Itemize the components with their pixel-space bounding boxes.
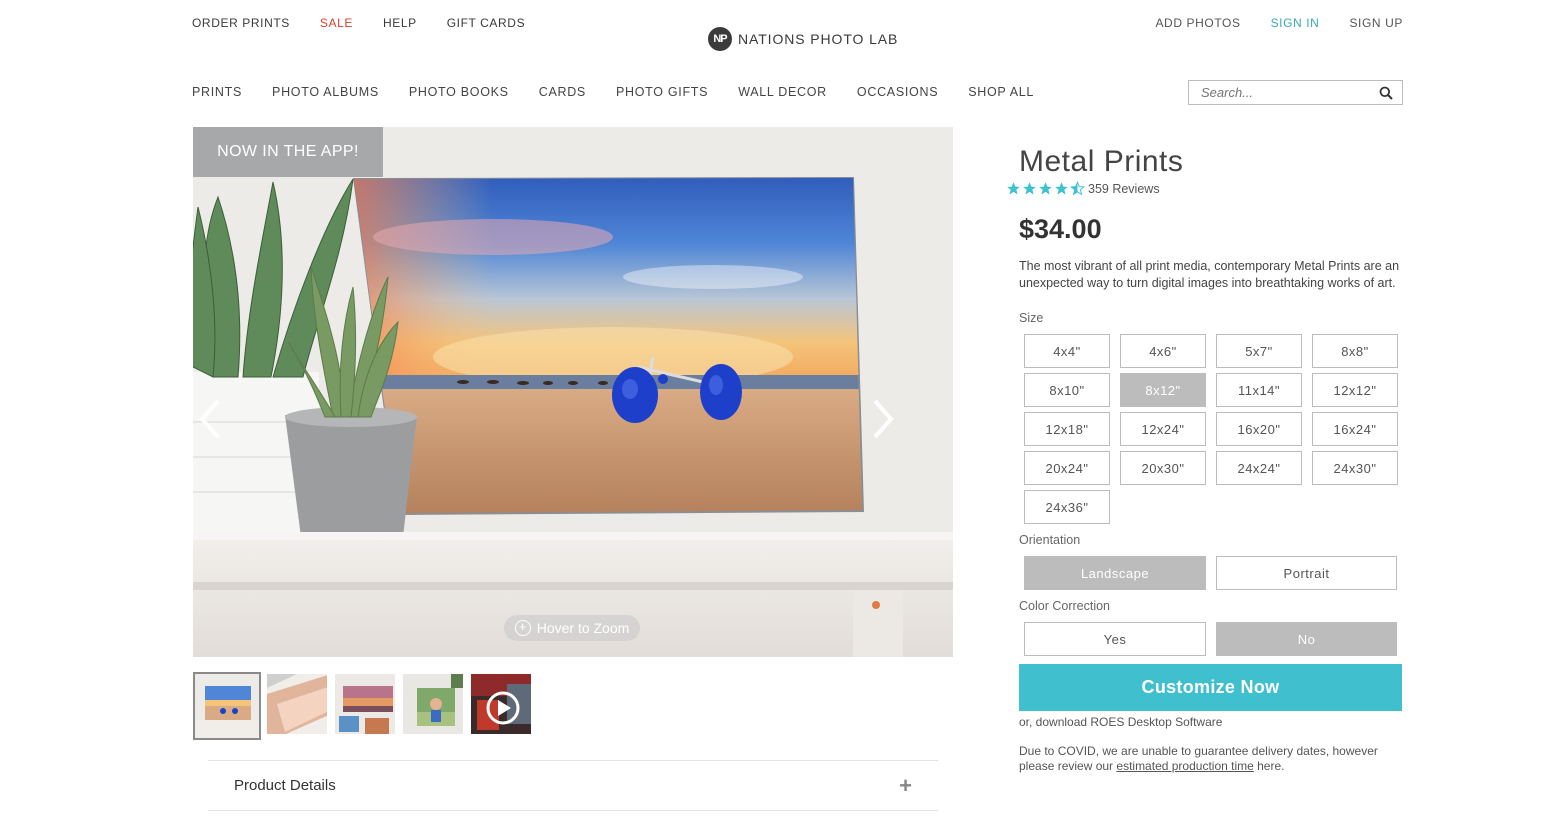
star-full-icon [1055,182,1068,195]
color-correction-yes-button[interactable]: Yes [1024,622,1206,656]
size-option-button[interactable]: 8x8" [1312,334,1398,368]
thumbnail-2[interactable] [265,672,329,736]
orientation-label: Orientation [1019,533,1081,547]
nav-prints[interactable]: PRINTS [192,85,242,99]
gift-cards-link[interactable]: GIFT CARDS [447,16,525,30]
thumbnail-image [335,674,395,734]
size-option-button[interactable]: 4x6" [1120,334,1206,368]
size-options: 4x4" 4x6" 5x7" 8x8" 8x10" 8x12" 11x14" 12x12" 12… [1024,334,1398,524]
thumbnail-image [195,674,259,738]
product-description: The most vibrant of all print media, con… [1019,259,1400,290]
nav-wall-decor[interactable]: WALL DECOR [738,85,827,99]
next-image-arrow-icon[interactable] [867,397,897,441]
size-option-button[interactable]: 12x12" [1312,373,1398,407]
sign-up-link[interactable]: SIGN UP [1349,16,1403,30]
thumbnail-image [267,674,327,734]
nav-occasions[interactable]: OCCASIONS [857,85,938,99]
estimated-production-time-link[interactable]: estimated production time [1116,759,1253,773]
thumbnail-strip [193,672,533,740]
nav-photo-books[interactable]: PHOTO BOOKS [409,85,509,99]
search-input[interactable] [1189,85,1369,100]
orientation-options: Landscape Portrait [1024,556,1397,590]
size-option-button[interactable]: 20x30" [1120,451,1206,485]
prev-image-arrow-icon[interactable] [196,397,226,441]
help-link[interactable]: HELP [383,16,417,30]
color-correction-no-button[interactable]: No [1216,622,1397,656]
size-option-button[interactable]: 16x24" [1312,412,1398,446]
orientation-portrait-button[interactable]: Portrait [1216,556,1397,590]
expand-plus-icon[interactable]: + [899,773,912,799]
star-full-icon [1007,182,1020,195]
size-option-button[interactable]: 8x12" [1120,373,1206,407]
color-correction-options: Yes No [1024,622,1397,656]
metal-print-scene [193,127,953,657]
size-label: Size [1019,311,1044,325]
thumbnail-1[interactable] [193,672,261,740]
size-option-button[interactable]: 11x14" [1216,373,1302,407]
add-photos-link[interactable]: ADD PHOTOS [1155,16,1240,30]
covid-notice: Due to COVID, we are unable to guarantee… [1019,744,1399,774]
top-links: ORDER PRINTS SALE HELP GIFT CARDS [192,16,525,30]
star-full-icon [1023,182,1036,195]
size-option-button[interactable]: 12x24" [1120,412,1206,446]
product-price: $34.00 [1019,214,1102,244]
product-title: Metal Prints [1019,145,1184,178]
search-box [1188,80,1403,105]
logo-text: NATIONS PHOTO LAB [738,31,899,47]
now-in-app-badge[interactable]: NOW IN THE APP! [193,127,383,177]
hover-to-zoom-pill: + Hover to Zoom [504,615,640,641]
thumbnail-image [403,674,463,734]
nav-photo-gifts[interactable]: PHOTO GIFTS [616,85,708,99]
product-rating[interactable]: 359 Reviews [1006,181,1160,196]
product-details-accordion[interactable]: Product Details + [208,760,938,811]
nav-shop-all[interactable]: SHOP ALL [968,85,1034,99]
size-option-button[interactable]: 24x24" [1216,451,1302,485]
sale-link[interactable]: SALE [320,16,353,30]
customize-now-button[interactable]: Customize Now [1019,664,1402,711]
size-option-button[interactable]: 24x30" [1312,451,1398,485]
size-option-button[interactable]: 12x18" [1024,412,1110,446]
site-logo[interactable]: NP NATIONS PHOTO LAB [708,27,898,51]
orientation-landscape-button[interactable]: Landscape [1024,556,1206,590]
star-half-icon [1070,181,1085,196]
sign-in-link[interactable]: SIGN IN [1271,16,1320,30]
thumbnail-3[interactable] [333,672,397,736]
star-full-icon [1039,182,1052,195]
order-prints-link[interactable]: ORDER PRINTS [192,16,290,30]
main-nav: PRINTS PHOTO ALBUMS PHOTO BOOKS CARDS PH… [192,85,1034,99]
roes-download-text[interactable]: or, download ROES Desktop Software [1019,715,1222,729]
covid-notice-post: here. [1253,759,1285,773]
search-icon[interactable] [1379,86,1393,100]
account-links: ADD PHOTOS SIGN IN SIGN UP [1155,16,1403,30]
color-correction-label: Color Correction [1019,599,1111,613]
review-count[interactable]: 359 Reviews [1088,182,1160,196]
size-option-button[interactable]: 24x36" [1024,490,1110,524]
size-option-button[interactable]: 5x7" [1216,334,1302,368]
size-option-button[interactable]: 16x20" [1216,412,1302,446]
size-option-button[interactable]: 4x4" [1024,334,1110,368]
size-option-button[interactable]: 20x24" [1024,451,1110,485]
thumbnail-image [471,674,531,734]
product-details-label: Product Details [234,777,336,794]
thumbnail-5-video[interactable] [469,672,533,736]
nav-photo-albums[interactable]: PHOTO ALBUMS [272,85,379,99]
size-option-button[interactable]: 8x10" [1024,373,1110,407]
product-hero-image[interactable]: NOW IN THE APP! + Hover to Zoom [193,127,953,657]
thumbnail-4[interactable] [401,672,465,736]
logo-badge-icon: NP [708,27,732,51]
zoom-label: Hover to Zoom [536,620,630,636]
nav-cards[interactable]: CARDS [539,85,586,99]
zoom-plus-icon: + [514,620,531,636]
